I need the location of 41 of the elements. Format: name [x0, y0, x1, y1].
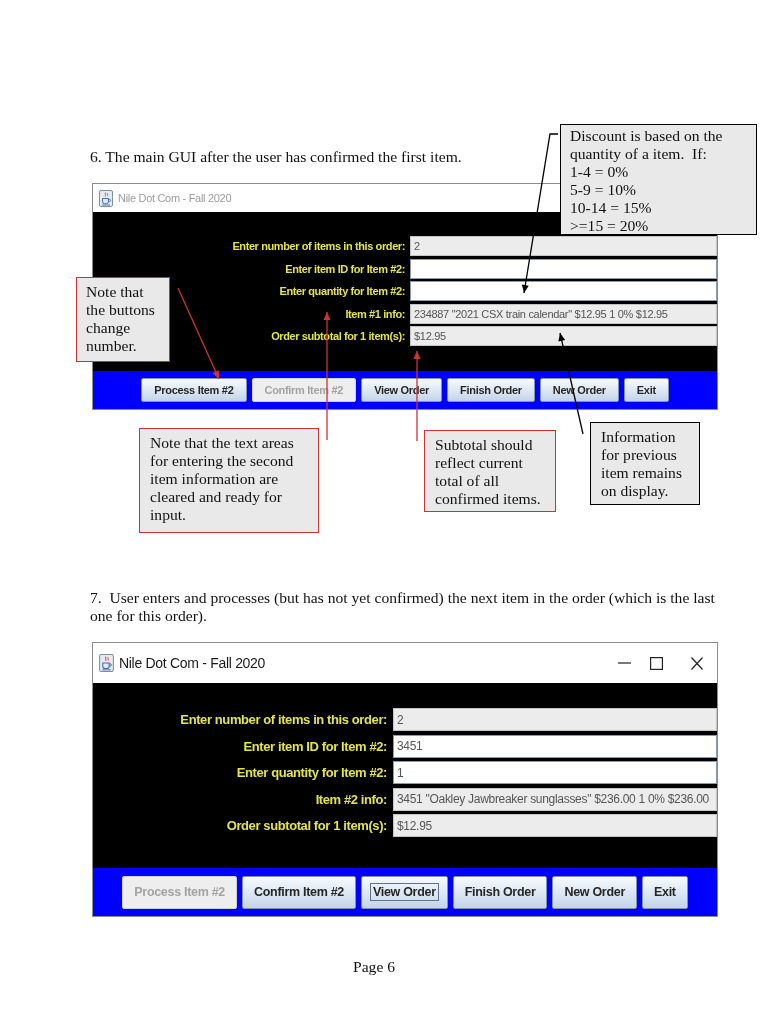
maximize-icon[interactable] [650, 656, 663, 670]
field-label: Item #1 info: [345, 307, 405, 320]
callout-note: Subtotal should reflect current total of all confirmed items. [424, 430, 556, 512]
callout-note: Note that the text areas for entering the second item information are cleared and ready for input. [139, 428, 319, 533]
callout-note: Note that the buttons change number. [76, 277, 170, 362]
field-label: Order subtotal for 1 item(s): [226, 818, 387, 833]
process-item-button[interactable]: Process Item #2 [141, 378, 247, 402]
window-title: Nile Dot Com - Fall 2020 [118, 192, 232, 204]
field-label: Enter number of items in this order: [180, 712, 387, 727]
field-label: Enter item ID for Item #2: [285, 262, 405, 275]
field-label: Enter number of items in this order: [232, 240, 405, 252]
coffee-cup-icon [99, 654, 114, 672]
text-field[interactable]: 3451 "Oakley Jawbreaker sunglasses" $236.00 1 0% $236.00 [393, 787, 717, 811]
exit-button[interactable]: Exit [623, 378, 669, 402]
exit-button[interactable]: Exit [641, 875, 688, 909]
text-field[interactable]: 1 [393, 761, 717, 784]
text-field[interactable]: $12.95 [393, 814, 717, 837]
field-label: Item #2 info: [315, 791, 387, 807]
callout-note: Discount is based on the quantity of a item. If: 1-4 = 0% 5-9 = 10% 10-14 = 15% >=15 = 20% [560, 124, 757, 235]
window-title: Nile Dot Com - Fall 2020 [119, 655, 266, 671]
close-icon[interactable] [691, 656, 703, 670]
step-caption: 7. User enters and processes (but has not yet confirmed) the next item in the order (which is the last one for this order). [90, 589, 716, 625]
text-field[interactable]: 234887 "2021 CSX train calendar" $12.95 1 0% $12.95 [410, 303, 717, 324]
page-number: Page 6 [353, 958, 395, 976]
text-field[interactable]: 2 [393, 708, 717, 731]
field-label: Enter quantity for Item #2: [279, 285, 405, 297]
field-label: Enter quantity for Item #2: [236, 765, 387, 780]
new-order-button[interactable]: New Order [552, 875, 637, 909]
text-field[interactable] [410, 258, 717, 279]
text-field[interactable]: 3451 [393, 734, 717, 758]
callout-note: Information for previous item remains on display. [590, 422, 700, 505]
confirm-item-button[interactable]: Confirm Item #2 [242, 875, 356, 909]
text-field[interactable]: $12.95 [410, 326, 717, 346]
text-field[interactable] [410, 281, 717, 301]
view-order-button[interactable]: View Order [360, 875, 448, 909]
coffee-cup-icon [99, 189, 113, 207]
step-caption: 6. The main GUI after the user has confirmed the first item. [90, 148, 462, 166]
finish-order-button[interactable]: Finish Order [447, 378, 535, 402]
field-label: Enter item ID for Item #2: [243, 738, 387, 754]
finish-order-button[interactable]: Finish Order [452, 875, 548, 909]
text-field[interactable]: 2 [410, 236, 717, 256]
